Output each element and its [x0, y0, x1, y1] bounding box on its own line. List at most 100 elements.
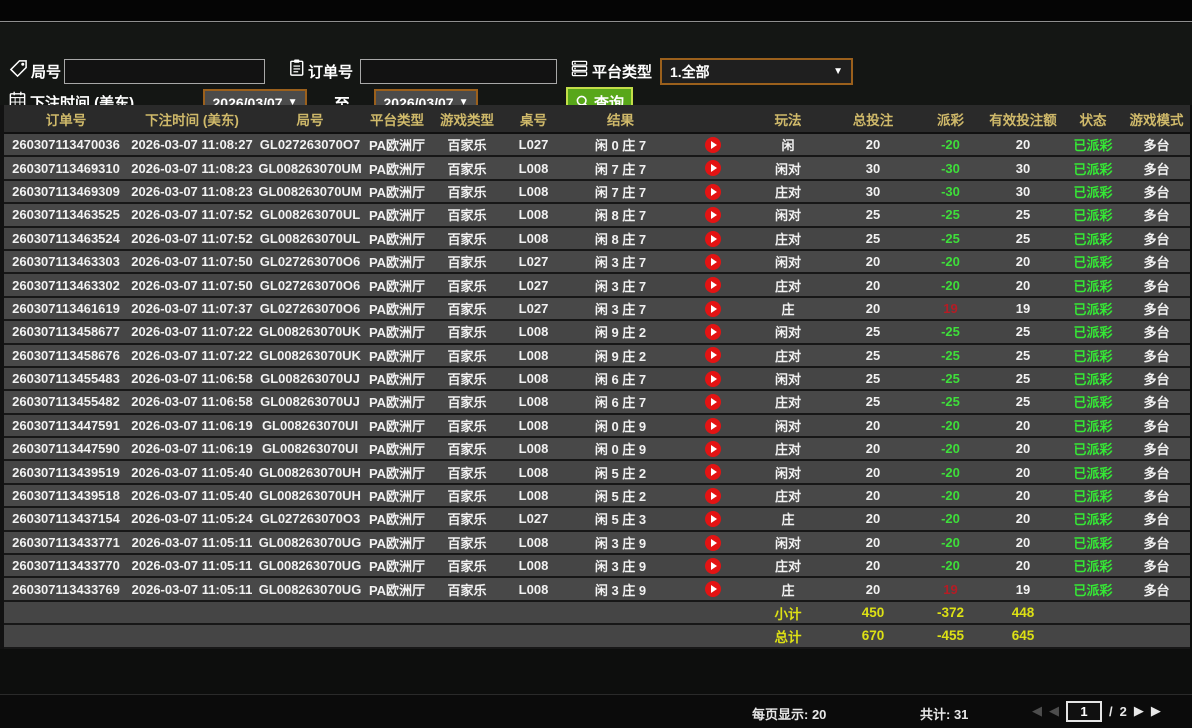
cell-total-bet: 20	[828, 133, 918, 156]
play-icon[interactable]	[705, 231, 721, 247]
cell-status: 已派彩	[1063, 531, 1123, 554]
column-header: 游戏类型	[430, 105, 504, 133]
clipboard-icon	[287, 58, 306, 77]
round-id-input[interactable]	[64, 59, 265, 84]
cell-payout: -20	[918, 484, 983, 507]
first-page-icon[interactable]: ◀	[1032, 700, 1042, 722]
cell-bet-time: 2026-03-07 11:05:40	[128, 460, 256, 483]
play-icon[interactable]	[705, 535, 721, 551]
table-row: 260307113455482 2026-03-07 11:06:58 GL00…	[2, 390, 1190, 413]
cell-platform: PA欧洲厅	[364, 180, 430, 203]
cell-platform: PA欧洲厅	[364, 250, 430, 273]
cell-platform: PA欧洲厅	[364, 484, 430, 507]
cell-status: 已派彩	[1063, 320, 1123, 343]
table-row: 260307113433770 2026-03-07 11:05:11 GL00…	[2, 554, 1190, 577]
play-icon[interactable]	[705, 324, 721, 340]
play-icon[interactable]	[705, 441, 721, 457]
column-header: 订单号	[2, 105, 128, 133]
play-icon[interactable]	[705, 558, 721, 574]
cell-replay	[678, 156, 748, 179]
cell-bet-time: 2026-03-07 11:05:24	[128, 507, 256, 530]
column-header: 下注时间 (美东)	[128, 105, 256, 133]
play-icon[interactable]	[705, 254, 721, 270]
play-icon[interactable]	[705, 418, 721, 434]
cell-order-id: 260307113433770	[2, 554, 128, 577]
play-icon[interactable]	[705, 160, 721, 176]
cell-total-bet: 25	[828, 390, 918, 413]
cell-table-no: L008	[504, 437, 563, 460]
cell-platform: PA欧洲厅	[364, 554, 430, 577]
play-icon[interactable]	[705, 581, 721, 597]
cell-game-mode: 多台	[1123, 227, 1190, 250]
column-header: 桌号	[504, 105, 563, 133]
cell-result: 闲 0 庄 9	[563, 414, 678, 437]
cell-table-no: L008	[504, 484, 563, 507]
cell-payout: -20	[918, 554, 983, 577]
play-icon[interactable]	[705, 511, 721, 527]
last-page-icon[interactable]: ▶	[1151, 700, 1161, 722]
cell-valid-bet: 20	[983, 554, 1063, 577]
cell-status: 已派彩	[1063, 554, 1123, 577]
cell-play-type: 闲	[748, 133, 828, 156]
play-icon[interactable]	[705, 347, 721, 363]
cell-valid-bet: 20	[983, 414, 1063, 437]
cell-bet-time: 2026-03-07 11:08:23	[128, 156, 256, 179]
cell-platform: PA欧洲厅	[364, 133, 430, 156]
play-icon[interactable]	[705, 207, 721, 223]
play-icon[interactable]	[705, 488, 721, 504]
cell-play-type: 庄	[748, 297, 828, 320]
cell-status: 已派彩	[1063, 414, 1123, 437]
prev-page-icon[interactable]: ◀	[1049, 700, 1059, 722]
cell-replay	[678, 344, 748, 367]
cell-platform: PA欧洲厅	[364, 344, 430, 367]
cell-result: 闲 9 庄 2	[563, 320, 678, 343]
cell-total-bet: 25	[828, 367, 918, 390]
cell-platform: PA欧洲厅	[364, 390, 430, 413]
table-row: 260307113470036 2026-03-07 11:08:27 GL02…	[2, 133, 1190, 156]
play-icon[interactable]	[705, 371, 721, 387]
cell-table-no: L008	[504, 460, 563, 483]
cell-play-type: 庄对	[748, 437, 828, 460]
cell-game-mode: 多台	[1123, 203, 1190, 226]
cell-order-id: 260307113433769	[2, 577, 128, 600]
cell-result: 闲 8 庄 7	[563, 227, 678, 250]
cell-table-no: L008	[504, 414, 563, 437]
table-row: 260307113433769 2026-03-07 11:05:11 GL00…	[2, 577, 1190, 600]
cell-total-bet: 20	[828, 460, 918, 483]
cell-round-id: GL008263070UK	[256, 320, 364, 343]
cell-bet-time: 2026-03-07 11:07:50	[128, 250, 256, 273]
next-page-icon[interactable]: ▶	[1134, 700, 1144, 722]
cell-valid-bet: 25	[983, 367, 1063, 390]
cell-order-id: 260307113439519	[2, 460, 128, 483]
play-icon[interactable]	[705, 464, 721, 480]
grand-total-total-bet: 670	[828, 624, 918, 647]
play-icon[interactable]	[705, 277, 721, 293]
cell-order-id: 260307113463303	[2, 250, 128, 273]
cell-valid-bet: 20	[983, 437, 1063, 460]
play-icon[interactable]	[705, 184, 721, 200]
cell-payout: -20	[918, 273, 983, 296]
cell-total-bet: 20	[828, 250, 918, 273]
platform-type-select[interactable]: 1.全部 ▼	[660, 58, 853, 85]
table-row: 260307113463303 2026-03-07 11:07:50 GL02…	[2, 250, 1190, 273]
cell-game-type: 百家乐	[430, 460, 504, 483]
table-row: 260307113463524 2026-03-07 11:07:52 GL00…	[2, 227, 1190, 250]
cell-platform: PA欧洲厅	[364, 203, 430, 226]
page-number-input[interactable]: 1	[1066, 701, 1102, 722]
cell-payout: -25	[918, 320, 983, 343]
cell-bet-time: 2026-03-07 11:07:52	[128, 227, 256, 250]
cell-order-id: 260307113458677	[2, 320, 128, 343]
cell-total-bet: 30	[828, 156, 918, 179]
play-icon[interactable]	[705, 394, 721, 410]
table-row: 260307113437154 2026-03-07 11:05:24 GL02…	[2, 507, 1190, 530]
cell-game-type: 百家乐	[430, 344, 504, 367]
cell-order-id: 260307113463524	[2, 227, 128, 250]
cell-game-type: 百家乐	[430, 227, 504, 250]
order-id-input[interactable]	[360, 59, 557, 84]
play-icon[interactable]	[705, 137, 721, 153]
cell-order-id: 260307113470036	[2, 133, 128, 156]
cell-round-id: GL027263070O6	[256, 297, 364, 320]
table-row: 260307113447591 2026-03-07 11:06:19 GL00…	[2, 414, 1190, 437]
play-icon[interactable]	[705, 301, 721, 317]
cell-round-id: GL008263070UG	[256, 531, 364, 554]
